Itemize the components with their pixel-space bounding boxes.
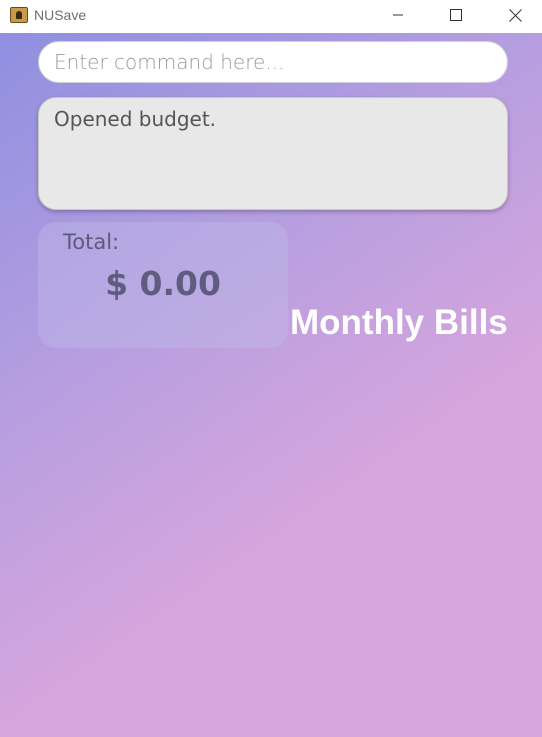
result-message: Opened budget. <box>54 107 217 131</box>
total-amount: $ 0.00 <box>105 264 221 303</box>
maximize-icon <box>450 9 462 21</box>
total-card: Total: $ 0.00 <box>38 222 288 348</box>
minimize-icon <box>393 14 403 16</box>
close-button[interactable] <box>492 0 538 30</box>
window-title: NUSave <box>34 7 87 23</box>
budget-name: Monthly Bills <box>290 303 508 342</box>
title-bar: NUSave <box>0 0 542 33</box>
close-icon <box>508 8 522 22</box>
result-display: Opened budget. <box>38 97 508 210</box>
total-label: Total: <box>63 230 120 254</box>
command-input[interactable] <box>38 41 508 83</box>
main-panel: Opened budget. Total: $ 0.00 Monthly Bil… <box>0 33 542 737</box>
maximize-button[interactable] <box>433 0 479 30</box>
minimize-button[interactable] <box>375 0 421 30</box>
app-icon <box>10 7 28 23</box>
